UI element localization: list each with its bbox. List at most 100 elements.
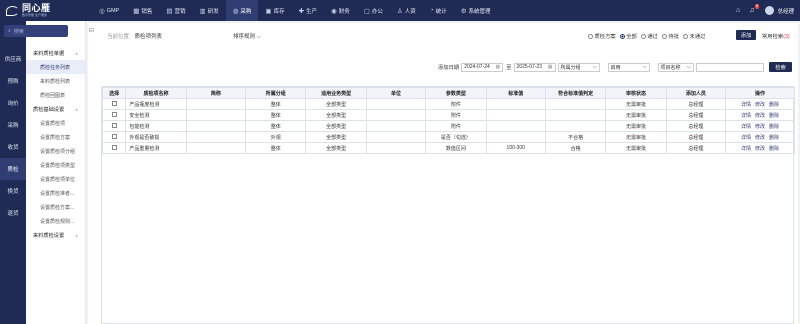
top-bar: 同心雁 数字智能·生产服务 ◎ GMP ▦ 销售 ▤ 营销 ▥ 研发 ◍ 采购 ▣ 库存 ✚ 生产 ◉ 财务 ▢… <box>0 0 800 21</box>
chevron-down-icon: ⌵ <box>686 64 691 70</box>
avatar[interactable] <box>765 6 775 15</box>
sort-rule-dropdown[interactable]: 排序规则 ⌵ <box>233 32 261 41</box>
radio-option[interactable]: 待批 <box>661 32 680 40</box>
row-checkbox[interactable] <box>111 100 117 106</box>
sidebar-item-1[interactable]: 预购 <box>0 70 26 92</box>
topnav-item-5[interactable]: ▣ 库存 <box>258 0 291 21</box>
topnav-item-2[interactable]: ▤ 营销 <box>159 0 192 21</box>
topnav-item-1[interactable]: ▦ 销售 <box>126 0 159 21</box>
radio-option[interactable]: 通过 <box>640 32 658 40</box>
row-checkbox[interactable] <box>111 122 117 128</box>
add-button[interactable]: 添加 <box>736 30 756 40</box>
radio-option[interactable]: 全部 <box>619 32 637 40</box>
param-type-cell: 是否（勾选） <box>425 131 487 143</box>
submenu-item[interactable]: 设置质检方案... <box>26 200 85 214</box>
chevron-down-icon: ⌵ <box>256 34 261 40</box>
group-cell: 整体 <box>245 120 307 132</box>
radio-dot[interactable] <box>619 33 625 39</box>
radio-dot[interactable] <box>588 33 593 39</box>
collapse-menu-icon[interactable]: ⊟ <box>89 27 94 34</box>
topnav-item-11[interactable]: ⚙ 系统管理 <box>454 0 498 21</box>
common-search-link[interactable]: 常用检索(3) <box>762 32 790 40</box>
standard-cell: 100-300 <box>485 142 546 154</box>
topnav-item-10[interactable]: ◔ 统计 <box>423 0 454 21</box>
topnav-item-7[interactable]: ◉ 财务 <box>324 0 357 21</box>
status-cell: 无需审批 <box>605 109 667 121</box>
keyword-input[interactable] <box>695 62 764 72</box>
radio-label: 待批 <box>668 34 680 40</box>
edit-link[interactable]: 修改 <box>755 113 765 119</box>
finance-icon: ◉ <box>331 7 337 15</box>
sidebar-item-6[interactable]: 换货 <box>0 180 26 202</box>
delete-link[interactable]: 删除 <box>769 146 779 152</box>
sidebar-item-3[interactable]: 采购 <box>0 114 26 136</box>
edit-link[interactable]: 修改 <box>755 146 765 152</box>
submenu-item[interactable]: 设置质检项分组 <box>26 144 85 158</box>
radio-dot[interactable] <box>640 33 646 39</box>
edit-link[interactable]: 修改 <box>755 102 765 108</box>
edit-link[interactable]: 修改 <box>755 135 765 141</box>
bell-icon[interactable]: ♫ 9 <box>749 4 760 14</box>
row-checkbox[interactable] <box>111 111 117 117</box>
user-name[interactable]: 总经理 <box>777 7 794 15</box>
app-logo[interactable]: 同心雁 数字智能·生产服务 <box>0 0 66 21</box>
topnav-item-9[interactable]: ♙ 人资 <box>390 0 423 21</box>
sidebar-item-0[interactable]: 供应商 <box>0 48 26 70</box>
detail-link[interactable]: 详情 <box>741 113 751 119</box>
operations-cell: 详情 修改 删除 <box>725 142 795 154</box>
group-cell: 整体 <box>245 109 307 121</box>
submenu-item[interactable]: 来料质检列表 <box>26 74 85 88</box>
sidebar-item-5[interactable]: 质检 <box>0 158 26 180</box>
sidebar-item-4[interactable]: 收货 <box>0 136 26 158</box>
topnav-item-0[interactable]: ◎ GMP <box>92 0 126 21</box>
sidebar-item-2[interactable]: 询价 <box>0 92 26 114</box>
sidebar-search[interactable]: ⌕ 搜索 <box>4 25 68 37</box>
submenu-item[interactable]: 质检任务列表 <box>26 60 85 74</box>
topnav-label: 销售 <box>141 8 153 15</box>
sidebar-item-7[interactable]: 退货 <box>0 202 26 224</box>
topnav-item-4[interactable]: ◍ 采购 <box>225 0 259 21</box>
radio-option[interactable]: 质检方案 <box>588 32 616 40</box>
topnav-item-6[interactable]: ✚ 生产 <box>292 0 324 21</box>
submenu-item[interactable]: 设置质检项单位 <box>26 172 85 186</box>
radio-option[interactable]: 未通过 <box>683 32 705 40</box>
delete-link[interactable]: 删除 <box>769 113 779 119</box>
submenu-item[interactable]: 设置质检方案 <box>26 130 85 144</box>
search-button[interactable]: 检索 <box>769 62 792 72</box>
submenu-item[interactable]: 设置质检准者... <box>26 186 85 200</box>
column-header: 选择 <box>101 87 127 99</box>
submenu-group-1[interactable]: 质检基础设置 ∧ <box>26 102 85 116</box>
edit-link[interactable]: 修改 <box>755 124 765 130</box>
topnav-item-3[interactable]: ▥ 研发 <box>193 0 226 21</box>
submenu-item[interactable]: 质检回图表 <box>26 88 85 102</box>
row-checkbox[interactable] <box>111 144 117 150</box>
detail-link[interactable]: 详情 <box>741 135 751 141</box>
enabled-select[interactable]: 启用 ⌵ <box>607 62 650 72</box>
param-type-cell: 数值区间 <box>425 142 487 154</box>
table-header-row: 选择 质检项名称 简称 所属分组 适用业务类型 单位 参数类型 标准值 符合标准值判定 审核状态添… <box>101 87 795 99</box>
date-to-input[interactable]: 2025-07-23 ▦ <box>513 62 556 72</box>
delete-link[interactable]: 删除 <box>769 135 779 141</box>
group-select[interactable]: 所属分组 ⌵ <box>557 62 600 72</box>
submenu-group-2[interactable]: 来料质检设置 ∨ <box>26 228 85 242</box>
home-icon[interactable]: ⌂ <box>736 7 740 14</box>
detail-link[interactable]: 详情 <box>741 146 751 152</box>
delete-link[interactable]: 删除 <box>769 102 779 108</box>
submenu-group-0[interactable]: 来料质检单据 ∧ <box>26 46 85 60</box>
submenu-item[interactable]: 设置质检项类型 <box>26 158 85 172</box>
item-name-cell: 安全检测 <box>125 109 187 121</box>
creator-cell: 总经理 <box>665 98 727 110</box>
date-from-input[interactable]: 2024-07-24 ▦ <box>461 62 504 72</box>
row-checkbox[interactable] <box>111 133 117 139</box>
column-header: 参数类型 <box>425 87 487 99</box>
detail-link[interactable]: 详情 <box>741 102 751 108</box>
submenu-item[interactable]: 设置质检规则... <box>26 214 85 228</box>
radio-dot[interactable] <box>683 33 689 39</box>
select-cell <box>101 120 127 132</box>
topnav-item-8[interactable]: ▢ 办公 <box>357 0 390 21</box>
radio-dot[interactable] <box>661 33 667 39</box>
delete-link[interactable]: 删除 <box>769 124 779 130</box>
submenu-item[interactable]: 设置质检项 <box>26 116 85 130</box>
field-select[interactable]: 项目名称 ⌵ <box>657 62 694 72</box>
detail-link[interactable]: 详情 <box>741 124 751 130</box>
